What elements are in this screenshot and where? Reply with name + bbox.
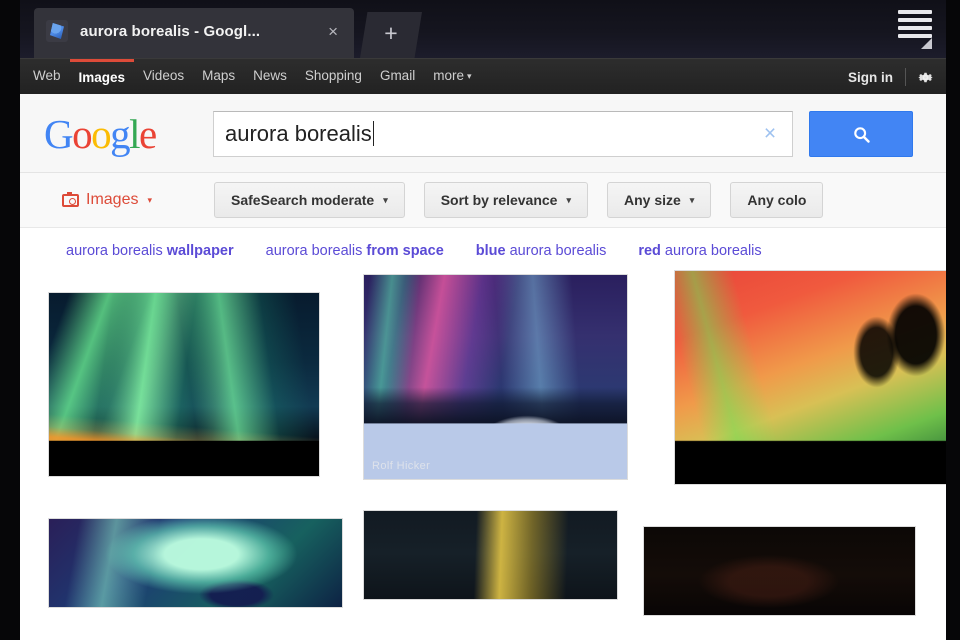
hamburger-menu-icon[interactable] [898, 10, 932, 40]
image-watermark: Rolf Hicker [372, 460, 431, 472]
color-dropdown-label: Any colo [747, 192, 807, 208]
safesearch-dropdown[interactable]: SafeSearch moderate ▾ [214, 182, 405, 218]
camera-icon [62, 191, 79, 207]
browser-tab-title: aurora borealis - Googl... [80, 22, 261, 40]
image-result-thumbnail[interactable] [643, 526, 916, 616]
sign-in-button[interactable]: Sign in [838, 70, 903, 85]
nav-item-shopping[interactable]: Shopping [296, 59, 371, 95]
color-dropdown[interactable]: Any colo [730, 182, 824, 218]
chevron-down-icon: ▾ [689, 194, 695, 205]
result-row [48, 510, 946, 616]
search-button[interactable] [809, 111, 913, 157]
nav-item-more-label: more [433, 67, 464, 83]
size-dropdown[interactable]: Any size ▾ [606, 182, 712, 218]
related-search-link[interactable]: aurora borealis from space [266, 243, 444, 259]
related-searches: aurora borealis wallpaper aurora boreali… [20, 228, 946, 274]
text-cursor [372, 121, 375, 146]
image-result-art [675, 271, 946, 484]
new-tab-button[interactable]: + [360, 12, 422, 58]
hamburger-line [898, 10, 932, 14]
result-row: Rolf Hicker [48, 270, 946, 485]
image-result-thumbnail[interactable] [363, 510, 618, 600]
nav-item-web[interactable]: Web [24, 59, 70, 95]
sort-dropdown[interactable]: Sort by relevance ▾ [423, 182, 588, 218]
logo-letter: o [91, 111, 112, 157]
chevron-down-icon: ▾ [566, 194, 571, 205]
image-result-art [364, 275, 627, 479]
nav-item-gmail[interactable]: Gmail [371, 59, 424, 95]
gear-icon[interactable] [908, 59, 942, 95]
size-dropdown-label: Any size [623, 192, 681, 208]
nav-item-more[interactable]: more ▾ [424, 59, 480, 95]
related-bold: from space [366, 243, 444, 259]
browser-tab-strip: aurora borealis - Googl... × + [20, 0, 946, 58]
related-bold: blue [475, 243, 506, 259]
browser-window: aurora borealis - Googl... × + Web Image… [20, 0, 946, 640]
search-input[interactable]: aurora borealis × [213, 111, 793, 157]
nav-item-maps[interactable]: Maps [193, 59, 244, 95]
image-results-grid: Rolf Hicker [20, 270, 946, 640]
page-content: Google aurora borealis × Images ▾ SafeSe… [20, 94, 946, 640]
clear-search-icon[interactable]: × [748, 122, 792, 146]
logo-letter: G [44, 111, 74, 157]
chevron-down-icon: ▾ [147, 194, 152, 205]
google-favicon-icon [46, 20, 68, 42]
image-result-thumbnail[interactable] [48, 518, 343, 608]
image-result-art [644, 527, 915, 615]
hamburger-line [898, 18, 932, 22]
nav-item-images[interactable]: Images [69, 58, 135, 95]
image-result-thumbnail[interactable] [674, 270, 946, 485]
search-icon [853, 126, 870, 143]
resize-corner-icon[interactable] [921, 38, 932, 49]
logo-letter: l [129, 111, 140, 157]
safesearch-dropdown-label: SafeSearch moderate [231, 192, 375, 208]
filter-toolbar: Images ▾ SafeSearch moderate ▾ Sort by r… [20, 173, 946, 228]
hamburger-line [898, 26, 932, 30]
search-header: Google aurora borealis × [20, 94, 946, 173]
browser-tab-active[interactable]: aurora borealis - Googl... × [34, 8, 354, 58]
image-result-art [49, 293, 319, 476]
logo-letter: g [110, 111, 131, 157]
nav-item-news[interactable]: News [244, 59, 296, 95]
image-result-thumbnail[interactable] [48, 292, 320, 477]
nav-divider [905, 68, 906, 86]
logo-letter: o [72, 111, 93, 157]
related-prefix: aurora borealis [265, 243, 367, 259]
google-logo[interactable]: Google [44, 111, 157, 157]
images-mode-dropdown[interactable]: Images ▾ [62, 191, 152, 209]
image-result-thumbnail[interactable]: Rolf Hicker [363, 274, 628, 480]
chevron-down-icon: ▾ [383, 194, 388, 205]
close-icon[interactable]: × [322, 21, 344, 42]
images-mode-label: Images [86, 191, 139, 208]
image-result-art [364, 511, 617, 599]
related-suffix: aurora borealis [505, 243, 607, 259]
related-search-link[interactable]: aurora borealis wallpaper [66, 243, 234, 259]
related-search-link[interactable]: blue aurora borealis [476, 243, 607, 259]
logo-letter: e [139, 111, 157, 157]
chevron-down-icon: ▾ [466, 70, 472, 81]
related-bold: wallpaper [166, 243, 234, 259]
google-top-nav: Web Images Videos Maps News Shopping Gma… [20, 58, 946, 94]
related-bold: red [638, 243, 661, 259]
nav-right-group: Sign in [838, 59, 942, 95]
sort-dropdown-label: Sort by relevance [440, 192, 558, 208]
related-prefix: aurora borealis [66, 243, 167, 259]
image-result-art [49, 519, 342, 607]
search-input-value[interactable]: aurora borealis [214, 121, 748, 147]
related-search-link[interactable]: red aurora borealis [638, 243, 761, 259]
nav-item-videos[interactable]: Videos [134, 59, 193, 95]
search-query-text: aurora borealis [225, 121, 372, 146]
device-bezel: aurora borealis - Googl... × + Web Image… [0, 0, 960, 640]
related-suffix: aurora borealis [660, 243, 762, 259]
